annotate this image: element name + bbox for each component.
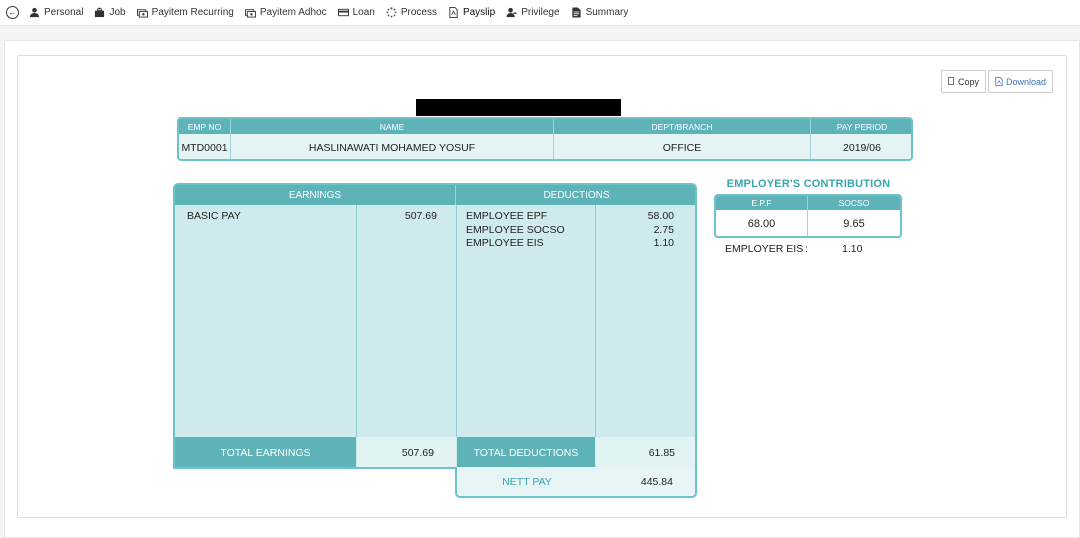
dept-header: DEPT/BRANCH <box>554 119 811 134</box>
nav-item-personal[interactable]: Personal <box>29 7 83 18</box>
employer-eis-label: EMPLOYER EIS <box>725 243 804 255</box>
employee-name-value: HASLINAWATI MOHAMED YOSUF <box>231 134 554 159</box>
redacted-company-name <box>416 99 621 116</box>
deductions-header: DEDUCTIONS <box>456 185 695 205</box>
nett-pay-label: NETT PAY <box>502 475 552 488</box>
spinner-icon <box>386 7 397 18</box>
nav-item-label: Personal <box>44 7 84 18</box>
employee-info-table: EMP NO NAME DEPT/BRANCH PAY PERIOD MTD00… <box>177 117 913 161</box>
person-icon <box>29 7 40 18</box>
column-divider <box>456 205 457 437</box>
socso-header: SOCSO <box>808 196 900 210</box>
emp-no-value: MTD0001 <box>179 134 231 159</box>
emp-no-header: EMP NO <box>179 119 231 134</box>
nav-item-privilege[interactable]: Privilege <box>506 7 560 18</box>
employer-eis-value: 1.10 <box>842 243 863 255</box>
socso-value: 9.65 <box>843 218 865 230</box>
top-nav: ← Personal Job Payitem Recurring Payitem… <box>0 0 1080 26</box>
nav-item-label: Loan <box>352 7 375 18</box>
money-icon <box>136 9 148 18</box>
nav-item-payitem-recurring[interactable]: Payitem Recurring <box>136 7 234 18</box>
nav-item-label: Payitem Adhoc <box>259 7 327 18</box>
user-key-icon <box>506 7 517 18</box>
download-label: Download <box>1005 76 1046 87</box>
employee-info-value-row: MTD0001 HASLINAWATI MOHAMED YOSUF OFFICE… <box>179 134 911 159</box>
employee-info-header-row: EMP NO NAME DEPT/BRANCH PAY PERIOD <box>179 119 911 134</box>
nav-item-label: Summary <box>585 7 629 18</box>
nav-item-summary[interactable]: Summary <box>571 7 629 18</box>
copy-button[interactable]: Copy <box>941 70 986 93</box>
checkbox-icon <box>948 76 954 85</box>
nav-item-payitem-adhoc[interactable]: Payitem Adhoc <box>244 7 327 18</box>
epf-value: 68.00 <box>716 210 808 236</box>
earnings-header: EARNINGS <box>175 185 456 205</box>
name-header: NAME <box>231 119 554 134</box>
nav-item-label: Payitem Recurring <box>151 7 234 18</box>
earning-item-label: BASIC PAY <box>187 210 241 222</box>
nett-pay-value: 445.84 <box>640 475 673 488</box>
nav-item-label: Process <box>400 7 437 18</box>
total-earnings-label: TOTAL EARNINGS <box>175 437 356 467</box>
pay-period-value: 2019/06 <box>843 141 881 154</box>
pdf-icon <box>449 7 458 18</box>
download-button[interactable]: Download <box>988 70 1053 93</box>
deduction-item-label: EMPLOYEE EPF <box>466 210 548 222</box>
money-icon <box>244 9 256 18</box>
nav-item-job[interactable]: Job <box>94 7 126 18</box>
copy-label: Copy <box>957 76 979 87</box>
briefcase-icon <box>95 7 105 18</box>
nav-item-payslip[interactable]: Payslip <box>448 7 495 18</box>
earning-item-amount: 507.69 <box>404 210 437 222</box>
employer-contribution-title: EMPLOYER'S CONTRIBUTION <box>726 178 891 190</box>
nav-item-label: Payslip <box>462 7 496 18</box>
nav-item-label: Job <box>109 7 126 18</box>
back-icon[interactable]: ← <box>6 6 19 19</box>
deduction-item-amount: 1.10 <box>653 237 674 249</box>
column-divider <box>356 205 357 437</box>
pay-period-header: PAY PERIOD <box>836 121 888 132</box>
nav-item-label: Privilege <box>521 7 560 18</box>
earnings-deductions-table: EARNINGS DEDUCTIONS BASIC PAY 507.69 EMP… <box>173 183 697 469</box>
nav-item-loan[interactable]: Loan <box>337 7 375 18</box>
deduction-item-label: EMPLOYEE EIS <box>466 237 544 249</box>
dept-value: OFFICE <box>554 134 811 159</box>
nav-item-process[interactable]: Process <box>386 7 437 18</box>
total-earnings-value: 507.69 <box>357 437 456 467</box>
deduction-item-amount: 2.75 <box>653 223 674 236</box>
employer-contribution-table: E.P.F SOCSO 68.00 9.65 <box>714 194 902 238</box>
nett-pay-row: NETT PAY 445.84 <box>455 467 697 498</box>
epf-header: E.P.F <box>716 196 808 210</box>
employer-eis-separator: : <box>805 243 808 255</box>
total-deductions-label: TOTAL DEDUCTIONS <box>457 437 595 467</box>
deduction-item-label: EMPLOYEE SOCSO <box>466 223 565 236</box>
document-icon <box>571 7 581 18</box>
pdf-icon <box>995 77 1003 86</box>
total-deductions-value: 61.85 <box>596 437 695 467</box>
card-icon <box>337 8 349 17</box>
deduction-item-amount: 58.00 <box>647 210 674 222</box>
